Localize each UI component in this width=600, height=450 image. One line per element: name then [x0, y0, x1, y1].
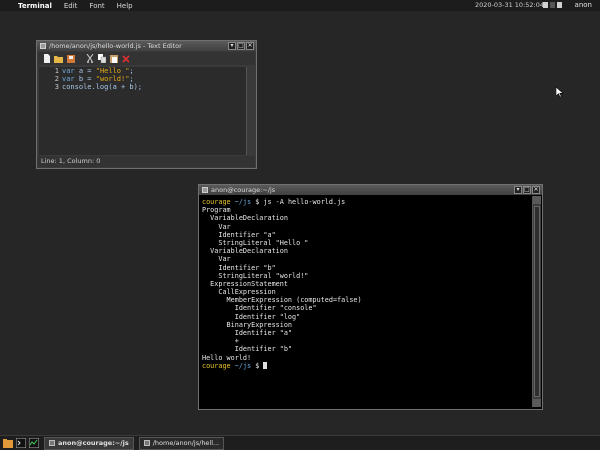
- system-monitor-icon[interactable]: [28, 437, 40, 449]
- terminal-line: Var: [202, 255, 231, 264]
- terminal-line: Identifier "console": [202, 304, 317, 313]
- prompt-host: courage: [202, 198, 231, 206]
- editor-code-area[interactable]: 1 var a = "Hello " ; 2 var b = "world!" …: [39, 67, 246, 155]
- editor-titlebar[interactable]: /home/anon/js/hello-world.js - Text Edit…: [37, 41, 256, 51]
- terminal-icon: [202, 187, 208, 193]
- terminal-window: anon@courage:~/js ▾ □ ✕ courage ~/js $ j…: [198, 184, 543, 410]
- menubar: Terminal Edit Font Help 2020-03-31 10:52…: [0, 0, 600, 11]
- editor-scrollbar[interactable]: [246, 67, 255, 155]
- prompt-path: ~/js: [234, 361, 252, 370]
- text-editor-icon: [143, 440, 150, 446]
- terminal-line: MemberExpression (computed=false): [202, 296, 362, 305]
- terminal-scrollbar[interactable]: [532, 196, 541, 407]
- minimize-button[interactable]: ▾: [514, 186, 522, 194]
- minimize-button[interactable]: ▾: [228, 42, 236, 50]
- code-keyword: var: [62, 75, 75, 83]
- terminal-line: BinaryExpression: [202, 320, 293, 329]
- terminal-output[interactable]: courage ~/js $ js -A hello-world.js Prog…: [200, 196, 532, 407]
- cut-icon[interactable]: [85, 54, 94, 63]
- code-line: 1 var a = "Hello " ;: [39, 67, 246, 75]
- line-number: 1: [54, 67, 59, 75]
- scroll-up-button[interactable]: [533, 196, 541, 204]
- text-cursor: [263, 362, 268, 370]
- text-editor-icon: [40, 43, 46, 49]
- maximize-button[interactable]: □: [237, 42, 245, 50]
- line-number: 3: [54, 83, 59, 91]
- open-folder-icon[interactable]: [54, 54, 63, 63]
- editor-toolbar: [38, 52, 255, 65]
- paste-icon[interactable]: [109, 54, 118, 63]
- terminal-line: CallExpression: [202, 288, 276, 297]
- file-manager-icon[interactable]: [3, 438, 13, 448]
- terminal-line: +: [202, 337, 239, 346]
- taskbar-item-label: /home/anon/js/hell...: [152, 438, 220, 447]
- memory-graph-icon[interactable]: [557, 2, 562, 8]
- editor-title: /home/anon/js/hello-world.js - Text Edit…: [49, 42, 182, 50]
- close-button[interactable]: ✕: [246, 42, 254, 50]
- code-text: console.log(a + b);: [62, 83, 143, 91]
- code-text: ;: [129, 75, 134, 83]
- prompt-suffix: $: [251, 361, 264, 370]
- terminal-title: anon@courage:~/js: [211, 186, 276, 194]
- system-tray: [543, 2, 562, 8]
- prompt-path: ~/js: [234, 198, 252, 206]
- terminal-line: Hello world!: [202, 353, 252, 362]
- terminal-line: ExpressionStatement: [202, 279, 288, 288]
- code-text: b =: [74, 75, 96, 83]
- taskbar-item-text-editor[interactable]: /home/anon/js/hell...: [138, 436, 225, 450]
- network-graph-icon[interactable]: [550, 2, 555, 8]
- taskbar-item-label: anon@courage:~/js: [58, 438, 129, 447]
- save-icon[interactable]: [66, 54, 75, 63]
- menu-edit[interactable]: Edit: [64, 2, 78, 10]
- scroll-down-button[interactable]: [533, 399, 541, 407]
- code-line: 2 var b = "world!" ;: [39, 75, 246, 83]
- terminal-line: courage ~/js $: [202, 362, 530, 370]
- code-line: 3 console.log(a + b);: [39, 83, 246, 91]
- terminal-line: Identifier "a": [202, 329, 293, 337]
- terminal-line: Identifier "b": [202, 263, 276, 272]
- code-text: ;: [129, 67, 134, 75]
- terminal-line: Var: [202, 222, 231, 231]
- clock[interactable]: 2020-03-31 10:52:04: [475, 1, 544, 9]
- terminal-line: VariableDeclaration: [202, 214, 288, 223]
- editor-statusbar: Line: 1, Column: 0: [38, 156, 255, 167]
- line-number: 2: [54, 75, 59, 83]
- toolbar-separator: [78, 54, 82, 63]
- copy-icon[interactable]: [97, 54, 106, 63]
- terminal-icon: [49, 440, 55, 446]
- menu-help[interactable]: Help: [117, 2, 133, 10]
- close-button[interactable]: ✕: [532, 186, 540, 194]
- code-string: "Hello ": [95, 67, 130, 75]
- terminal-line: Identifier "b": [202, 345, 293, 354]
- terminal-titlebar[interactable]: anon@courage:~/js ▾ □ ✕: [199, 185, 542, 195]
- taskbar-item-terminal[interactable]: anon@courage:~/js: [44, 436, 134, 450]
- terminal-line: courage ~/js $ js -A hello-world.js: [202, 198, 530, 206]
- cpu-graph-icon[interactable]: [543, 2, 548, 8]
- code-keyword: var: [62, 67, 75, 75]
- code-string: "world!": [95, 75, 130, 83]
- terminal-line: Program: [202, 206, 231, 215]
- prompt-host: courage: [202, 361, 231, 370]
- terminal-line: Identifier "log": [202, 312, 301, 321]
- terminal-line: VariableDeclaration: [202, 247, 288, 256]
- terminal-line: StringLiteral "world!": [202, 271, 309, 280]
- terminal-line: StringLiteral "Hello ": [202, 238, 309, 247]
- taskbar: anon@courage:~/js /home/anon/js/hell...: [0, 435, 600, 450]
- command-text: $ js -A hello-world.js: [251, 198, 346, 206]
- terminal-launcher-icon[interactable]: [15, 437, 27, 449]
- new-file-icon[interactable]: [42, 54, 51, 63]
- delete-icon[interactable]: [121, 54, 130, 63]
- menu-font[interactable]: Font: [89, 2, 104, 10]
- code-text: a =: [74, 67, 96, 75]
- scroll-thumb[interactable]: [534, 206, 540, 397]
- user-menu[interactable]: anon: [575, 1, 592, 9]
- maximize-button[interactable]: □: [523, 186, 531, 194]
- terminal-line: Identifier "a": [202, 230, 276, 239]
- text-editor-window: /home/anon/js/hello-world.js - Text Edit…: [36, 40, 257, 169]
- menu-app-terminal[interactable]: Terminal: [18, 2, 52, 10]
